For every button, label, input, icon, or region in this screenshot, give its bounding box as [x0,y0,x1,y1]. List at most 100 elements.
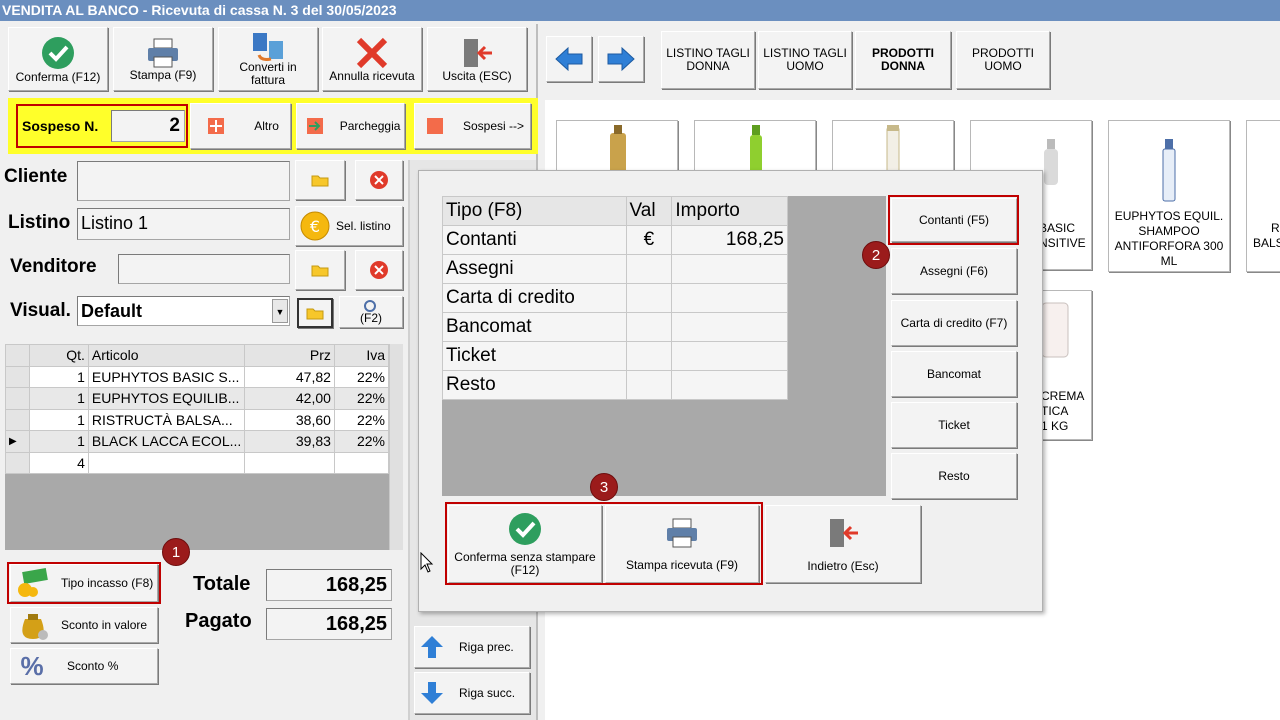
confirm-button[interactable]: Conferma (F12) [8,27,108,91]
annotation-badge-1: 1 [162,538,190,566]
payment-row[interactable]: Bancomat [442,312,788,342]
payment-row[interactable]: Carta di credito [442,283,788,313]
resto-label: Resto [938,468,970,483]
payment-tipo: Assegni [442,254,627,284]
cell-prz[interactable]: 38,60 [244,408,335,431]
product-tile-6[interactable]: R BALS [1246,120,1280,272]
pagato-value: 168,25 [266,608,392,640]
back-arrow-button[interactable] [546,36,592,82]
table-row[interactable]: 1 RISTRUCTÀ BALSA... 38,60 22% [5,408,390,431]
sel-listino-button[interactable]: € Sel. listino [295,206,403,246]
cell-iva[interactable]: 22% [333,387,390,410]
grid-scrollbar[interactable] [389,344,403,550]
payment-importo[interactable] [671,370,788,400]
print-button[interactable]: Stampa (F9) [113,27,213,91]
prev-row-button[interactable]: Riga prec. [414,626,530,668]
listino-tagli-donna-button[interactable]: LISTINO TAGLI DONNA [661,31,755,89]
cell-articolo[interactable]: EUPHYTOS EQUILIB... [87,387,246,410]
cell-iva[interactable]: 22% [333,365,390,388]
payment-importo[interactable] [671,312,788,342]
cancel-receipt-button[interactable]: Annulla ricevuta [322,27,422,91]
visual-label: Visual. [10,300,71,321]
confirm-no-print-button[interactable]: Conferma senza stampare (F12) [448,505,602,583]
cell-prz[interactable]: 42,00 [244,387,335,410]
cell-prz[interactable] [244,451,335,474]
listino-field[interactable]: Listino 1 [77,208,290,240]
row-indicator [5,365,30,388]
venditore-clear-button[interactable] [355,250,403,290]
contanti-button[interactable]: Contanti (F5) [891,198,1017,242]
cell-articolo[interactable]: BLACK LACCA ECOL... [87,430,246,453]
cell-qt[interactable]: 1 [28,387,89,410]
payment-val[interactable] [625,370,673,400]
altro-button[interactable]: Altro [190,103,291,149]
dropdown-arrow-icon[interactable]: ▼ [272,299,288,323]
visual-folder-button[interactable] [297,298,333,328]
payment-val[interactable]: € [625,225,673,255]
product-tile-euphytos-shampoo[interactable]: EUPHYTOS EQUIL. SHAMPOO ANTIFORFORA 300 … [1108,120,1230,272]
cell-articolo[interactable] [87,451,246,474]
cell-iva[interactable]: 22% [333,408,390,431]
print-receipt-button[interactable]: Stampa ricevuta (F9) [605,505,759,583]
payment-row[interactable]: Assegni [442,254,788,284]
payment-importo[interactable] [671,283,788,313]
table-row-selected[interactable]: ▶ 1 BLACK LACCA ECOL... 39,83 22% [5,430,390,453]
cell-prz[interactable]: 39,83 [244,430,335,453]
payment-val[interactable] [625,312,673,342]
payment-tipo: Ticket [442,341,627,371]
cell-articolo[interactable]: RISTRUCTÀ BALSA... [87,408,246,431]
table-row[interactable]: 1 EUPHYTOS EQUILIB... 42,00 22% [5,387,390,410]
venditore-field[interactable] [118,254,290,284]
resto-button[interactable]: Resto [891,453,1017,499]
sconto-valore-button[interactable]: Sconto in valore [10,607,158,643]
payment-importo[interactable]: 168,25 [671,225,788,255]
payment-importo[interactable] [671,254,788,284]
ticket-button[interactable]: Ticket [891,402,1017,448]
prodotti-uomo-button[interactable]: PRODOTTI UOMO [956,31,1050,89]
carta-credito-button[interactable]: Carta di credito (F7) [891,300,1017,346]
product-tile-3[interactable] [832,120,954,172]
listino-tagli-uomo-button[interactable]: LISTINO TAGLI UOMO [758,31,852,89]
payment-importo[interactable] [671,341,788,371]
payment-row[interactable]: Contanti € 168,25 [442,225,788,255]
sospesi-button[interactable]: Sospesi --> [414,103,531,149]
bancomat-button[interactable]: Bancomat [891,351,1017,397]
suspend-number-field[interactable]: 2 [111,110,185,142]
tipo-incasso-button[interactable]: Tipo incasso (F8) [10,564,158,602]
payment-val[interactable] [625,283,673,313]
convert-invoice-button[interactable]: Converti in fattura [218,27,318,91]
cliente-folder-button[interactable] [295,160,345,200]
listino-tagli-uomo-label-2: UOMO [786,59,824,73]
sconto-perc-button[interactable]: % Sconto % [10,648,158,684]
listino-tagli-donna-label-2: DONNA [686,59,730,73]
payment-row[interactable]: Resto [442,370,788,400]
cell-qt[interactable]: 1 [28,408,89,431]
f2-button[interactable]: (F2) [339,296,403,328]
cell-prz[interactable]: 47,82 [244,365,335,388]
table-row[interactable]: 4 [5,451,390,474]
venditore-folder-button[interactable] [295,250,345,290]
exit-button[interactable]: Uscita (ESC) [427,27,527,91]
product-tile-1[interactable] [556,120,678,172]
next-row-button[interactable]: Riga succ. [414,672,530,714]
cell-iva[interactable]: 22% [333,430,390,453]
cliente-field[interactable] [77,161,290,201]
cell-qt[interactable]: 1 [28,365,89,388]
cell-qt[interactable]: 4 [28,451,89,474]
prodotti-donna-button[interactable]: PRODOTTI DONNA [855,31,951,89]
payment-val[interactable] [625,254,673,284]
payment-val[interactable] [625,341,673,371]
parcheggia-button[interactable]: Parcheggia [296,103,405,149]
cell-qt[interactable]: 1 [28,430,89,453]
back-button[interactable]: Indietro (Esc) [765,505,921,583]
product-tile-2[interactable] [694,120,816,172]
payment-row[interactable]: Ticket [442,341,788,371]
table-row[interactable]: 1 EUPHYTOS BASIC S... 47,82 22% [5,365,390,388]
cell-articolo[interactable]: EUPHYTOS BASIC S... [87,365,246,388]
visual-select[interactable]: Default ▼ [77,296,290,326]
assegni-button[interactable]: Assegni (F6) [891,248,1017,294]
forward-arrow-button[interactable] [598,36,644,82]
product-bottle-icon [610,125,626,171]
cliente-clear-button[interactable] [355,160,403,200]
cell-iva[interactable] [333,451,390,474]
